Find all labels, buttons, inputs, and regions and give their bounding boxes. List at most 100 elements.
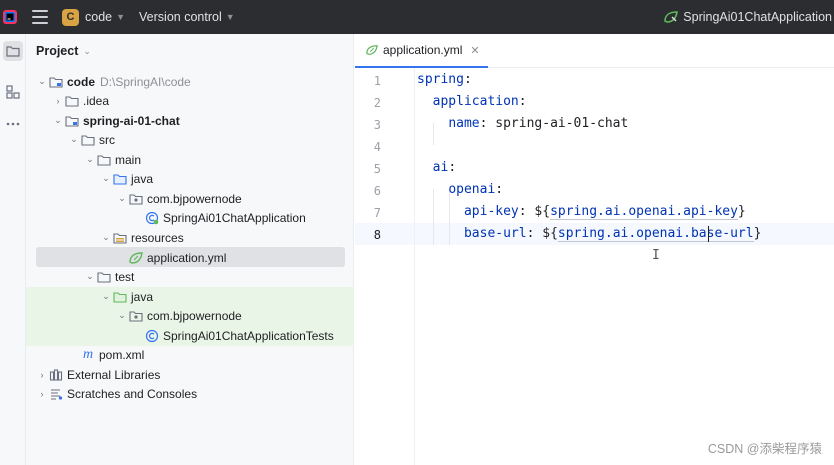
chevron-down-icon[interactable]: ⌄	[100, 232, 112, 243]
text-caret	[708, 226, 709, 242]
tab-label: application.yml	[383, 43, 463, 57]
library-icon	[48, 367, 64, 383]
code-line-2[interactable]: application:	[417, 94, 527, 109]
chevron-down-icon[interactable]: ⌄	[116, 310, 128, 321]
more-tools-icon[interactable]	[3, 114, 23, 134]
code-line-4[interactable]	[417, 138, 425, 153]
package-icon	[128, 308, 144, 324]
tab-application-yml[interactable]: application.yml ✕	[355, 34, 488, 68]
editor-tab-bar: application.yml ✕	[355, 34, 834, 68]
tree-item-label: com.bjpowernode	[147, 308, 242, 323]
tool-window-strip	[0, 34, 26, 465]
tree-item-main[interactable]: ⌄ main	[84, 150, 141, 169]
tree-item-label: java	[131, 289, 154, 304]
version-control-menu[interactable]: Version control	[139, 10, 222, 24]
tree-item-test-package[interactable]: ⌄ com.bjpowernode	[116, 306, 242, 325]
tree-item-resources[interactable]: ⌄ resources	[100, 228, 184, 247]
run-configuration-label: SpringAi01ChatApplication	[683, 10, 832, 24]
tree-item-spring-ai-01-chat[interactable]: ⌄ spring-ai-01-chat	[52, 111, 180, 130]
spring-yml-icon	[128, 250, 144, 266]
tree-item-src[interactable]: ⌄ src	[68, 130, 115, 149]
editor-area: application.yml ✕ 1 2 3 4 5 6 7 8 spring…	[355, 34, 834, 465]
tree-item-code[interactable]: ⌄ code D:\SpringAI\code	[36, 72, 191, 91]
title-bar: C code ▼ Version control ▼ SpringAi01Cha…	[0, 0, 834, 34]
line-number: 7	[373, 206, 381, 220]
project-switcher[interactable]: code	[85, 10, 112, 24]
tree-item-application-yml[interactable]: application.yml	[116, 248, 226, 267]
property-reference[interactable]: spring.ai.openai.base-url	[557, 226, 754, 242]
tree-item-test-java[interactable]: ⌄ java	[100, 287, 153, 306]
main-menu-icon[interactable]	[32, 10, 48, 24]
module-folder-icon	[48, 74, 64, 90]
chevron-down-icon[interactable]: ⌄	[68, 134, 80, 145]
tree-item-label: resources	[131, 230, 184, 245]
code-line-5[interactable]: ai:	[417, 160, 456, 175]
chevron-right-icon[interactable]: ›	[36, 389, 48, 399]
tree-item-tests-class[interactable]: SpringAi01ChatApplicationTests	[132, 326, 334, 345]
tree-item-path: D:\SpringAI\code	[100, 74, 191, 89]
line-number: 4	[373, 140, 381, 154]
tree-item-main-package[interactable]: ⌄ com.bjpowernode	[116, 189, 242, 208]
tree-item-test[interactable]: ⌄ test	[84, 267, 134, 286]
chevron-down-icon[interactable]: ⌄	[84, 271, 96, 282]
code-line-8[interactable]: base-url: ${spring.ai.openai.base-url}	[417, 226, 761, 242]
chevron-down-icon[interactable]: ⌄	[36, 76, 48, 87]
package-icon	[128, 191, 144, 207]
line-number: 5	[373, 162, 381, 176]
project-badge[interactable]: C	[62, 8, 79, 26]
tree-item-label: .idea	[83, 93, 110, 108]
tree-item-label: Scratches and Consoles	[67, 386, 198, 401]
project-panel-header[interactable]: Project ⌄	[26, 34, 353, 68]
chevron-right-icon[interactable]: ›	[36, 370, 48, 380]
spring-yml-icon	[366, 45, 378, 55]
line-number-gutter: 1 2 3 4 5 6 7 8	[355, 68, 415, 465]
tree-item-label: SpringAi01ChatApplication	[163, 210, 306, 225]
module-folder-icon	[64, 113, 80, 129]
tree-item-idea[interactable]: › .idea	[52, 91, 110, 110]
project-folder-icon[interactable]	[3, 41, 23, 61]
code-line-1[interactable]: spring:	[417, 72, 472, 87]
maven-icon: m	[82, 346, 94, 362]
chevron-down-icon[interactable]: ⌄	[100, 173, 112, 184]
watermark: CSDN @添柴程序猿	[707, 442, 822, 456]
chevron-down-icon[interactable]: ⌄	[83, 46, 91, 57]
chevron-down-icon[interactable]: ▼	[116, 12, 125, 22]
tree-item-application-class[interactable]: SpringAi01ChatApplication	[132, 208, 306, 227]
mouse-ibeam-cursor-icon: I	[652, 248, 660, 263]
tree-item-scratches[interactable]: › Scratches and Consoles	[36, 384, 198, 403]
tree-item-label: src	[99, 132, 115, 147]
folder-icon	[96, 269, 112, 285]
line-number: 2	[373, 96, 381, 110]
run-configuration-selector[interactable]: SpringAi01ChatApplication	[663, 0, 832, 34]
chevron-down-icon[interactable]: ▼	[226, 12, 235, 22]
line-number: 6	[373, 184, 381, 198]
line-number: 8	[373, 228, 381, 242]
tree-item-label: code	[67, 74, 96, 89]
chevron-right-icon[interactable]: ›	[52, 96, 64, 106]
code-line-6[interactable]: openai:	[417, 182, 503, 197]
tree-item-label: SpringAi01ChatApplicationTests	[163, 328, 334, 343]
intellij-logo-icon[interactable]	[0, 7, 20, 27]
line-number: 3	[373, 118, 381, 132]
chevron-down-icon[interactable]: ⌄	[52, 115, 64, 126]
line-number: 1	[373, 74, 381, 88]
tree-item-external-libraries[interactable]: › External Libraries	[36, 365, 161, 384]
chevron-down-icon[interactable]: ⌄	[84, 154, 96, 165]
property-reference[interactable]: spring.ai.openai.api-key	[550, 204, 738, 220]
chevron-down-icon[interactable]: ⌄	[116, 193, 128, 204]
code-line-3[interactable]: name: spring-ai-01-chat	[417, 116, 628, 131]
tree-item-pom-xml[interactable]: m pom.xml	[68, 345, 144, 364]
tree-item-main-java[interactable]: ⌄ java	[100, 169, 153, 188]
close-icon[interactable]: ✕	[470, 44, 479, 57]
structure-icon[interactable]	[3, 82, 23, 102]
tree-item-label: spring-ai-01-chat	[83, 113, 180, 128]
chevron-down-icon[interactable]: ⌄	[100, 291, 112, 302]
test-source-folder-icon	[112, 289, 128, 305]
spring-run-icon	[664, 11, 679, 23]
tree-item-label: test	[115, 269, 135, 284]
scratches-icon	[48, 386, 64, 402]
code-line-7[interactable]: api-key: ${spring.ai.openai.api-key}	[417, 204, 746, 220]
spring-class-icon	[144, 210, 160, 226]
spring-class-icon	[144, 328, 160, 344]
tree-item-label: com.bjpowernode	[147, 191, 242, 206]
